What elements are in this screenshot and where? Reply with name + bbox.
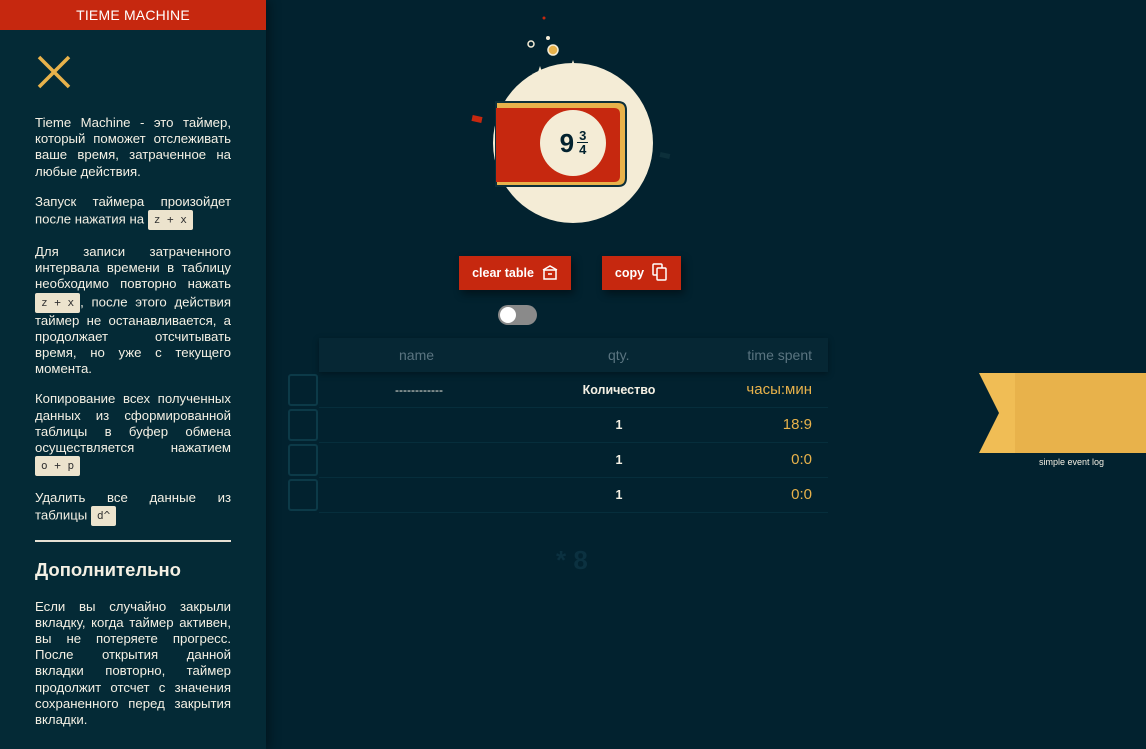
table-row: 1 18:9	[319, 408, 828, 443]
copy-instruction: Копирование всех полученных данных из сф…	[35, 391, 231, 477]
event-log-label[interactable]: simple event log	[1039, 457, 1104, 467]
mode-toggle[interactable]	[498, 305, 537, 325]
sidebar: TIEME MACHINE Tieme Machine - это таймер…	[0, 0, 266, 749]
row-qty: Количество	[582, 383, 656, 397]
timer-numerator: 3	[577, 128, 589, 143]
copy-button[interactable]: copy	[602, 256, 681, 290]
extra-text: Если вы случайно закрыли вкладку, когда …	[35, 598, 231, 728]
toggle-knob	[500, 307, 516, 323]
clear-box-icon	[542, 264, 558, 283]
row-qty: 1	[615, 453, 623, 467]
table-row: 1 0:0	[319, 478, 828, 513]
timer-denominator: 4	[579, 142, 587, 157]
help-content: Tieme Machine - это таймер, который помо…	[35, 115, 231, 742]
row-time: 18:9	[782, 416, 812, 433]
row-time: часы:мин	[746, 381, 812, 398]
row-qty: 1	[615, 488, 623, 502]
timer-illustration: 9 3 4	[460, 10, 690, 230]
ghost-text: * 8	[556, 545, 588, 575]
record-key: z + x	[35, 292, 81, 313]
row-name[interactable]	[319, 478, 519, 512]
row-checkbox[interactable]	[288, 409, 318, 441]
row-name[interactable]	[319, 443, 519, 477]
row-qty: 1	[615, 418, 623, 432]
close-icon[interactable]	[36, 54, 72, 90]
table-header: name qty. time spent	[319, 338, 828, 372]
copy-key: o + p	[35, 456, 81, 477]
row-checkbox[interactable]	[288, 444, 318, 476]
record-instruction: Для записи затраченного интервала времен…	[35, 244, 231, 377]
delete-key: d^	[90, 506, 117, 527]
row-name[interactable]	[319, 408, 519, 442]
clear-table-button[interactable]: clear table	[459, 256, 571, 290]
start-key: z + x	[147, 210, 193, 231]
header-name: name	[399, 347, 435, 363]
divider	[35, 540, 231, 543]
app-title: TIEME MACHINE	[0, 0, 266, 30]
header-time: time spent	[747, 347, 812, 363]
delete-instruction: Удалить все данные из таблицы d^	[35, 490, 231, 527]
extra-title: Дополнительно	[35, 559, 181, 581]
record-text-before: Для записи затраченного интервала времен…	[35, 244, 231, 292]
clear-table-label: clear table	[472, 266, 534, 280]
table-row: ------------ Количество часы:мин	[319, 373, 828, 408]
table-row: 1 0:0	[319, 443, 828, 478]
copy-icon	[652, 262, 668, 284]
row-time: 0:0	[791, 486, 812, 503]
delete-text: Удалить все данные из таблицы	[35, 490, 231, 523]
copy-label: copy	[614, 266, 645, 280]
copy-text: Копирование всех полученных данных из сф…	[35, 391, 231, 456]
start-instruction: Запуск таймера произойдет после нажатия …	[35, 193, 231, 231]
event-log-ribbon[interactable]	[979, 373, 1146, 453]
intro-text: Tieme Machine - это таймер, который помо…	[35, 115, 231, 179]
row-checkbox[interactable]	[288, 479, 318, 511]
row-name: ------------	[395, 383, 443, 397]
header-qty: qty.	[608, 347, 630, 363]
start-text: Запуск таймера произойдет после нажатия …	[35, 193, 231, 227]
row-time: 0:0	[791, 451, 812, 468]
timer-whole: 9	[559, 127, 575, 158]
row-checkbox[interactable]	[288, 374, 318, 406]
